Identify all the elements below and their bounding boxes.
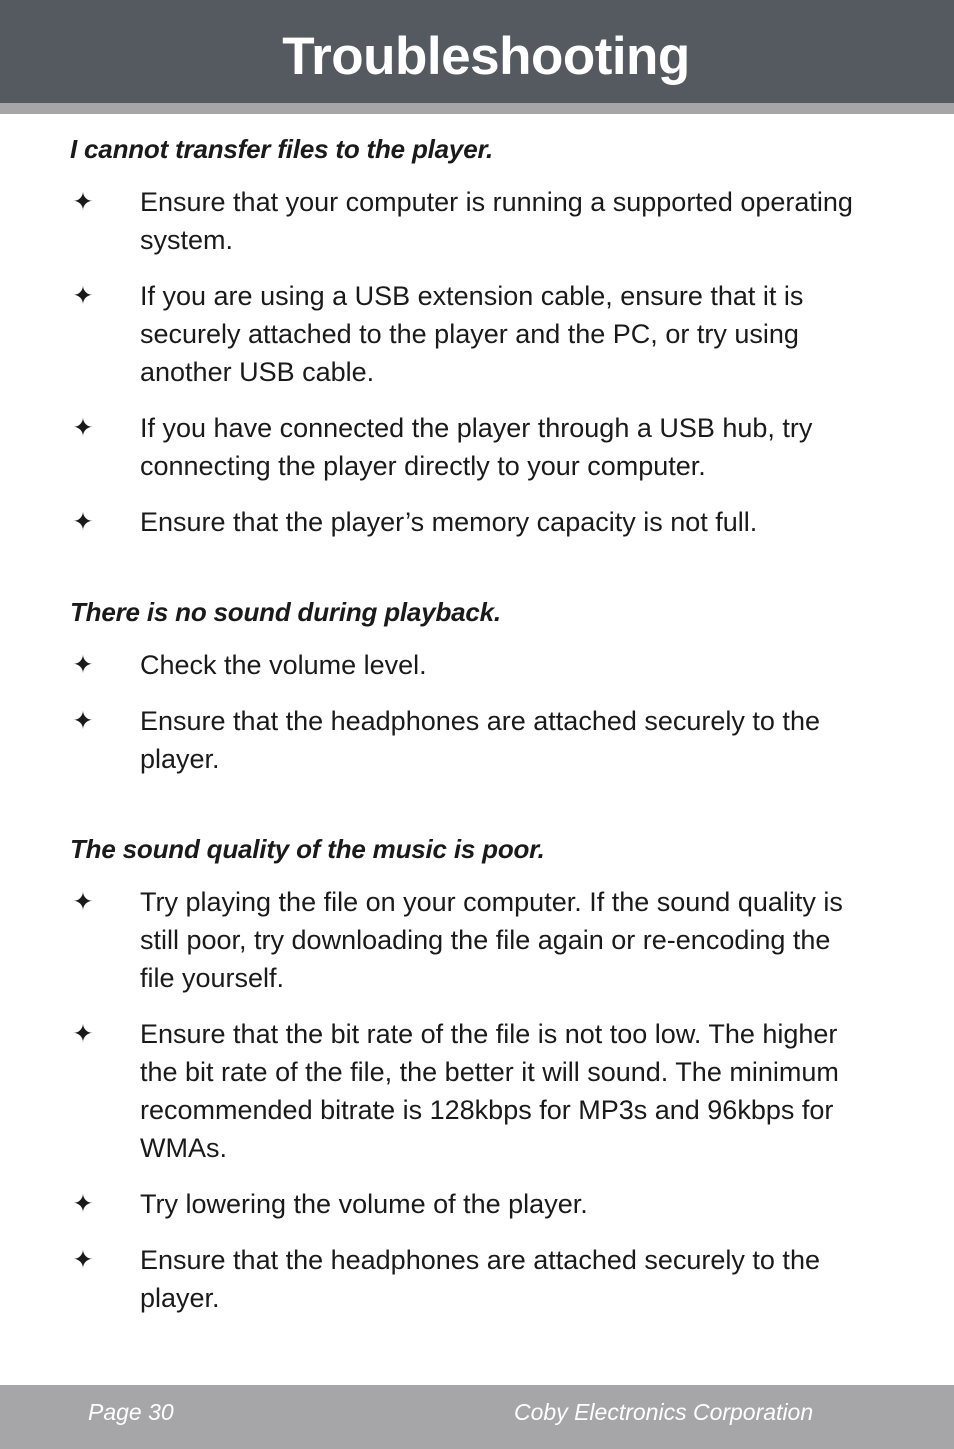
- page-header: Troubleshooting: [0, 0, 954, 103]
- list-item-text: Ensure that the headphones are attached …: [140, 706, 820, 774]
- list-item: ✦ If you have connected the player throu…: [0, 409, 954, 485]
- star-bullet-icon: ✦: [72, 707, 94, 735]
- page-title: Troubleshooting: [282, 27, 690, 86]
- list-item: ✦ Try lowering the volume of the player.: [0, 1185, 954, 1223]
- star-bullet-icon: ✦: [72, 508, 94, 536]
- list-item-text: Ensure that your computer is running a s…: [140, 187, 853, 255]
- star-bullet-icon: ✦: [72, 1246, 94, 1274]
- list-item: ✦ Ensure that the player’s memory capaci…: [0, 503, 954, 541]
- section-heading: I cannot transfer files to the player.: [70, 134, 493, 164]
- section-heading: There is no sound during playback.: [70, 597, 501, 627]
- star-bullet-icon: ✦: [72, 414, 94, 442]
- list-item: ✦ Ensure that the headphones are attache…: [0, 702, 954, 778]
- list-item-text: Ensure that the headphones are attached …: [140, 1245, 820, 1313]
- star-bullet-icon: ✦: [72, 1020, 94, 1048]
- star-bullet-icon: ✦: [72, 888, 94, 916]
- list-item: ✦ If you are using a USB extension cable…: [0, 277, 954, 391]
- bullet-list: ✦ Ensure that your computer is running a…: [0, 183, 954, 541]
- bullet-list: ✦ Try playing the file on your computer.…: [0, 883, 954, 1317]
- list-item-text: Try lowering the volume of the player.: [140, 1189, 588, 1219]
- list-item-text: Try playing the file on your computer. I…: [140, 887, 843, 993]
- list-item-text: If you have connected the player through…: [140, 413, 813, 481]
- header-divider: [0, 103, 954, 114]
- star-bullet-icon: ✦: [72, 1190, 94, 1218]
- star-bullet-icon: ✦: [72, 188, 94, 216]
- section-poor-quality: The sound quality of the music is poor. …: [0, 834, 954, 1317]
- page-footer: Page 30 Coby Electronics Corporation: [0, 1385, 954, 1449]
- footer-company-name: Coby Electronics Corporation: [514, 1399, 814, 1425]
- list-item-text: If you are using a USB extension cable, …: [140, 281, 804, 387]
- list-item: ✦ Ensure that your computer is running a…: [0, 183, 954, 259]
- bullet-list: ✦ Check the volume level. ✦ Ensure that …: [0, 646, 954, 778]
- list-item-text: Check the volume level.: [140, 650, 427, 680]
- section-transfer-files: I cannot transfer files to the player. ✦…: [0, 134, 954, 541]
- star-bullet-icon: ✦: [72, 282, 94, 310]
- list-item: ✦ Try playing the file on your computer.…: [0, 883, 954, 997]
- footer-page-number: Page 30: [88, 1399, 174, 1425]
- section-no-sound: There is no sound during playback. ✦ Che…: [0, 597, 954, 778]
- section-heading: The sound quality of the music is poor.: [70, 834, 545, 864]
- page-content: I cannot transfer files to the player. ✦…: [0, 114, 954, 1317]
- list-item-text: Ensure that the bit rate of the file is …: [140, 1019, 839, 1163]
- list-item: ✦ Check the volume level.: [0, 646, 954, 684]
- list-item: ✦ Ensure that the headphones are attache…: [0, 1241, 954, 1317]
- list-item: ✦ Ensure that the bit rate of the file i…: [0, 1015, 954, 1167]
- list-item-text: Ensure that the player’s memory capacity…: [140, 507, 758, 537]
- star-bullet-icon: ✦: [72, 651, 94, 679]
- document-page: Troubleshooting I cannot transfer files …: [0, 0, 954, 1449]
